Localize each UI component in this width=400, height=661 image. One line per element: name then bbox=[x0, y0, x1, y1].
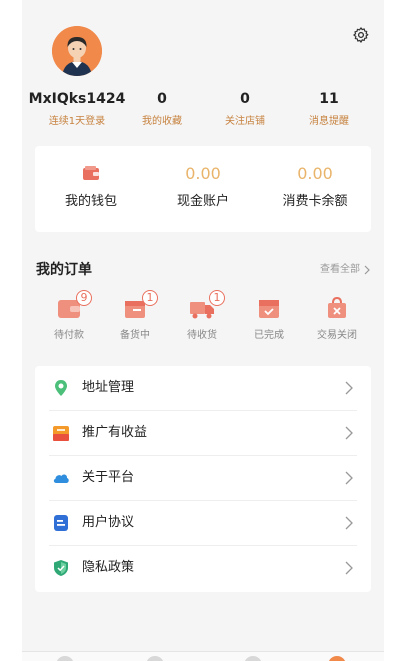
profile-page: MxIQks1424 连续1天登录 0 我的收藏 0 关注店铺 11 消息提醒 … bbox=[22, 0, 384, 661]
chevron-right-icon bbox=[345, 381, 353, 395]
menu-item-address[interactable]: 地址管理 bbox=[49, 366, 357, 411]
menu-label-promotion: 推广有收益 bbox=[82, 425, 148, 440]
stock-box-icon: 1 bbox=[122, 290, 158, 320]
wallet-pending-icon: 9 bbox=[56, 290, 92, 320]
chevron-right-icon bbox=[345, 426, 353, 440]
card-balance-button[interactable]: 0.00 消费卡余额 bbox=[259, 146, 371, 232]
tab-home-icon[interactable] bbox=[56, 656, 74, 661]
pending-payment-label: 待付款 bbox=[54, 330, 84, 341]
closed-label: 交易关闭 bbox=[317, 330, 357, 341]
wallet-icon bbox=[83, 166, 99, 180]
order-awaiting-delivery[interactable]: 1 待收货 bbox=[169, 290, 235, 342]
menu-label-about: 关于平台 bbox=[82, 470, 135, 485]
awaiting-delivery-label: 待收货 bbox=[187, 330, 217, 341]
wallet-card: 我的钱包 0.00 现金账户 0.00 消费卡余额 bbox=[35, 146, 371, 232]
tab-cart-icon[interactable] bbox=[244, 656, 262, 661]
order-preparing[interactable]: 1 备货中 bbox=[102, 290, 168, 342]
menu-label-user-agreement: 用户协议 bbox=[82, 515, 135, 530]
bottom-tab-bar bbox=[22, 651, 384, 661]
menu-label-privacy: 隐私政策 bbox=[82, 560, 135, 575]
menu-item-promotion[interactable]: 推广有收益 bbox=[49, 411, 357, 456]
cash-account-button[interactable]: 0.00 现金账户 bbox=[147, 146, 259, 232]
awaiting-delivery-badge: 1 bbox=[209, 290, 225, 306]
menu-item-privacy[interactable]: 隐私政策 bbox=[49, 546, 357, 591]
my-wallet-label: 我的钱包 bbox=[64, 194, 117, 209]
shield-icon bbox=[54, 560, 68, 576]
stats-row: MxIQks1424 连续1天登录 0 我的收藏 0 关注店铺 11 消息提醒 bbox=[22, 88, 384, 132]
orders-title: 我的订单 bbox=[36, 262, 92, 278]
document-icon bbox=[54, 515, 68, 531]
orders-header: 我的订单 查看全部 bbox=[36, 260, 370, 280]
chevron-right-icon bbox=[345, 516, 353, 530]
order-pending-payment[interactable]: 9 待付款 bbox=[36, 290, 102, 342]
cloud-icon bbox=[53, 474, 69, 483]
stat-messages[interactable]: 11 消息提醒 bbox=[279, 88, 379, 128]
chevron-right-icon bbox=[345, 561, 353, 575]
messages-label: 消息提醒 bbox=[309, 116, 349, 127]
truck-icon: 1 bbox=[189, 290, 225, 320]
pending-payment-badge: 9 bbox=[76, 290, 92, 306]
menu-item-user-agreement[interactable]: 用户协议 bbox=[49, 501, 357, 546]
chevron-right-icon bbox=[364, 265, 370, 275]
order-closed[interactable]: 交易关闭 bbox=[304, 290, 370, 342]
my-wallet-button[interactable]: 我的钱包 bbox=[35, 146, 147, 232]
user-avatar-icon bbox=[52, 26, 102, 76]
gear-icon[interactable] bbox=[352, 26, 370, 44]
view-all-orders-link[interactable]: 查看全部 bbox=[320, 262, 370, 278]
card-balance: 0.00 bbox=[297, 164, 333, 183]
messages-count: 11 bbox=[319, 91, 339, 107]
tab-profile-icon[interactable] bbox=[328, 656, 346, 661]
card-balance-label: 消费卡余额 bbox=[282, 194, 348, 209]
preparing-label: 备货中 bbox=[120, 330, 150, 341]
tab-category-icon[interactable] bbox=[146, 656, 164, 661]
chevron-right-icon bbox=[345, 471, 353, 485]
menu-item-about[interactable]: 关于平台 bbox=[49, 456, 357, 501]
menu-label-address: 地址管理 bbox=[82, 380, 135, 395]
cash-balance: 0.00 bbox=[185, 164, 221, 183]
promotion-icon bbox=[53, 426, 69, 441]
closed-bag-icon bbox=[324, 296, 350, 320]
view-all-label: 查看全部 bbox=[320, 264, 360, 275]
cash-account-label: 现金账户 bbox=[176, 194, 229, 209]
order-completed[interactable]: 已完成 bbox=[236, 290, 302, 342]
avatar[interactable] bbox=[52, 26, 102, 76]
order-status-row: 9 待付款 1 备货中 1 待收货 已完成 交易关闭 bbox=[22, 290, 384, 350]
settings-menu: 地址管理 推广有收益 关于平台 用户协议 隐私政策 bbox=[35, 366, 371, 592]
location-pin-icon bbox=[55, 380, 67, 396]
completed-box-icon bbox=[256, 296, 282, 320]
preparing-badge: 1 bbox=[142, 290, 158, 306]
completed-label: 已完成 bbox=[254, 330, 284, 341]
